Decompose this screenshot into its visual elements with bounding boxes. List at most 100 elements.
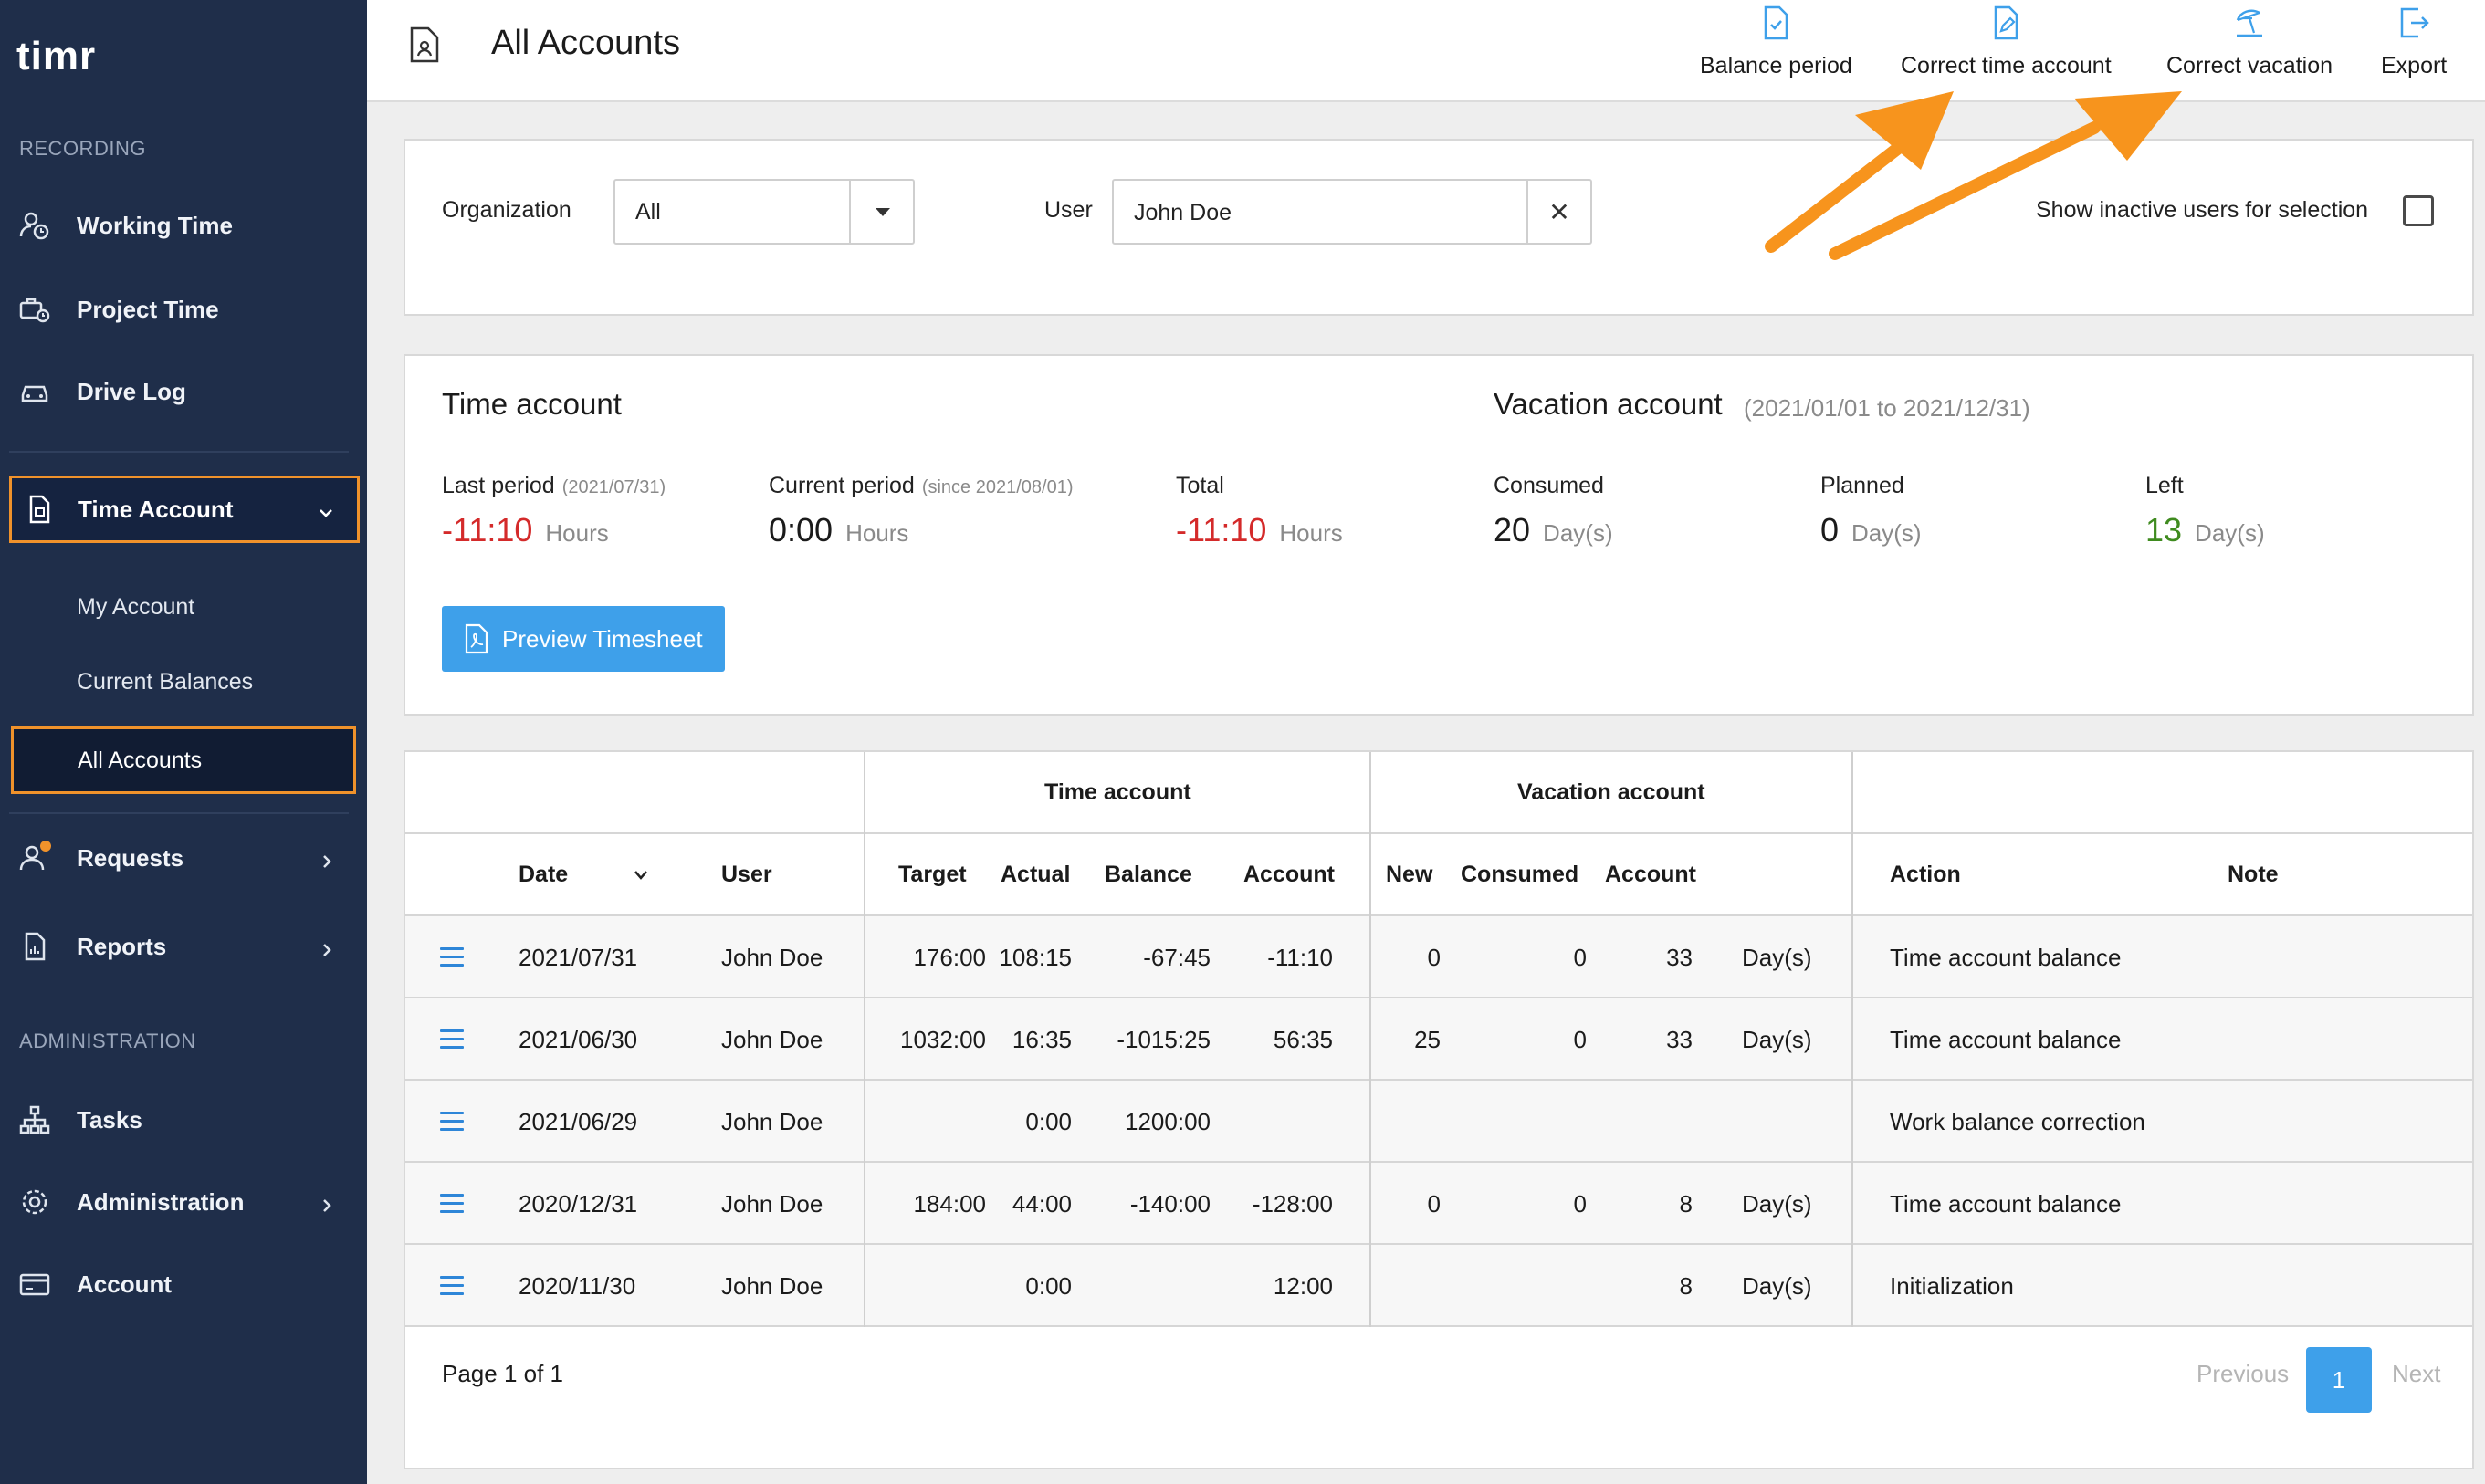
column-divider xyxy=(1369,752,1371,1327)
logo-text: timr xyxy=(16,34,97,78)
table-rule xyxy=(405,832,2472,834)
cell-account: 12:00 xyxy=(1273,1272,1333,1300)
correct-vacation-button[interactable]: Correct vacation xyxy=(2166,5,2333,93)
gear-icon xyxy=(18,1186,51,1218)
pdf-icon xyxy=(464,623,489,654)
current-period-text: Current period xyxy=(769,473,915,498)
column-header-actual: Actual xyxy=(1001,862,1071,887)
sidebar-item-working-time[interactable]: Working Time xyxy=(0,193,367,257)
sidebar-item-label: Current Balances xyxy=(77,668,254,695)
consumed-stat: 20 Day(s) xyxy=(1494,511,1613,549)
cell-target: 176:00 xyxy=(913,944,986,971)
row-menu-icon[interactable] xyxy=(440,1276,464,1296)
beach-umbrella-icon xyxy=(2234,5,2265,40)
summary-panel: Time account Vacation account (2021/01/0… xyxy=(404,354,2474,716)
last-period-label: Last period (2021/07/31) xyxy=(442,473,666,499)
sidebar-item-requests[interactable]: Requests xyxy=(0,826,367,890)
cell-unit: Day(s) xyxy=(1742,1026,1812,1053)
column-header-note: Note xyxy=(2228,862,2279,887)
sidebar-item-label: Project Time xyxy=(77,295,219,323)
planned-value: 0 xyxy=(1820,511,1840,549)
left-value: 13 xyxy=(2145,511,2183,549)
pagination-next[interactable]: Next xyxy=(2392,1360,2440,1388)
sidebar-item-label: Tasks xyxy=(77,1105,142,1134)
balance-period-button[interactable]: Balance period xyxy=(1700,5,1852,93)
group-header-time-account: Time account xyxy=(1044,779,1191,805)
sidebar-item-label: Reports xyxy=(77,932,167,960)
sidebar-subitem-current-balances[interactable]: Current Balances xyxy=(0,650,367,714)
sidebar-item-label: Time Account xyxy=(78,495,234,523)
chevron-down-icon xyxy=(317,500,335,518)
column-header-date[interactable]: Date xyxy=(519,862,568,888)
organization-select[interactable]: All xyxy=(613,179,915,245)
user-label: User xyxy=(1044,197,1093,223)
sidebar-divider xyxy=(9,812,349,814)
row-menu-icon[interactable] xyxy=(440,1194,464,1214)
column-header-action: Action xyxy=(1890,862,1961,887)
pagination-summary: Page 1 of 1 xyxy=(442,1360,563,1387)
accounts-table: Time account Vacation account Date User … xyxy=(404,750,2474,1469)
row-menu-icon[interactable] xyxy=(440,1029,464,1050)
pagination-previous[interactable]: Previous xyxy=(2197,1360,2289,1388)
cell-balance: 1200:00 xyxy=(1125,1108,1211,1135)
sidebar-subitem-my-account[interactable]: My Account xyxy=(0,575,367,639)
cell-target: 1032:00 xyxy=(900,1026,986,1053)
preview-timesheet-button[interactable]: Preview Timesheet xyxy=(442,606,725,672)
document-icon xyxy=(23,493,56,526)
notification-dot xyxy=(40,841,51,852)
briefcase-clock-icon xyxy=(18,293,51,326)
chevron-right-icon xyxy=(318,849,336,868)
sidebar-item-tasks[interactable]: Tasks xyxy=(0,1088,367,1152)
sidebar-item-account[interactable]: Account xyxy=(0,1252,367,1316)
pagination-page-1[interactable]: 1 xyxy=(2306,1347,2372,1413)
page-header: All Accounts Balance period Correct time… xyxy=(367,0,2485,102)
cell-balance: -1015:25 xyxy=(1117,1026,1211,1053)
sidebar-item-reports[interactable]: Reports xyxy=(0,914,367,978)
sidebar-item-administration[interactable]: Administration xyxy=(0,1170,367,1234)
cell-date: 2021/06/30 xyxy=(519,1026,638,1053)
page-title: All Accounts xyxy=(491,24,680,62)
user-select[interactable]: John Doe ✕ xyxy=(1112,179,1592,245)
timr-logo[interactable]: timr xyxy=(16,20,96,93)
row-menu-icon[interactable] xyxy=(440,947,464,967)
sort-down-icon[interactable] xyxy=(634,869,648,880)
row-background xyxy=(405,1081,2472,1161)
column-header-user: User xyxy=(721,862,772,887)
user-clock-icon xyxy=(18,209,51,242)
sidebar-item-project-time[interactable]: Project Time xyxy=(0,277,367,341)
sidebar-item-drive-log[interactable]: Drive Log xyxy=(0,360,367,423)
cell-vacation-account: 8 xyxy=(1679,1190,1693,1218)
show-inactive-label: Show inactive users for selection xyxy=(2036,197,2369,223)
sidebar-item-label: My Account xyxy=(77,593,195,620)
correct-time-account-label: Correct time account xyxy=(1901,53,2112,78)
preview-timesheet-label: Preview Timesheet xyxy=(502,624,703,653)
cell-consumed: 0 xyxy=(1573,944,1587,971)
table-rule xyxy=(405,1079,2472,1081)
sidebar-item-time-account[interactable]: Time Account xyxy=(9,476,360,543)
dropdown-toggle[interactable] xyxy=(849,181,913,243)
clear-icon[interactable]: ✕ xyxy=(1526,181,1590,243)
cell-account: 56:35 xyxy=(1273,1026,1333,1053)
cell-user: John Doe xyxy=(721,1190,823,1218)
sidebar-subitem-all-accounts[interactable]: All Accounts xyxy=(11,726,356,794)
cell-action: Work balance correction xyxy=(1890,1108,2145,1135)
show-inactive-checkbox[interactable] xyxy=(2403,195,2434,226)
export-button[interactable]: Export xyxy=(2381,5,2447,93)
section-label-recording: RECORDING xyxy=(19,137,146,160)
last-period-stat: -11:10 Hours xyxy=(442,511,609,549)
column-header-new: New xyxy=(1386,862,1433,887)
cell-action: Initialization xyxy=(1890,1272,2014,1300)
table-rule xyxy=(405,997,2472,998)
correct-time-account-button[interactable]: Correct time account xyxy=(1901,5,2112,93)
cell-actual: 44:00 xyxy=(1012,1190,1072,1218)
cell-new: 25 xyxy=(1414,1026,1441,1053)
cell-account: -11:10 xyxy=(1267,944,1333,971)
vacation-account-title: Vacation account xyxy=(1494,387,1723,421)
row-menu-icon[interactable] xyxy=(440,1112,464,1132)
section-label-administration: ADMINISTRATION xyxy=(19,1029,196,1052)
table-rule xyxy=(405,1243,2472,1245)
total-stat: -11:10 Hours xyxy=(1176,511,1343,549)
days-unit: Day(s) xyxy=(1543,519,1613,547)
export-label: Export xyxy=(2381,53,2448,78)
column-divider xyxy=(864,752,865,1327)
